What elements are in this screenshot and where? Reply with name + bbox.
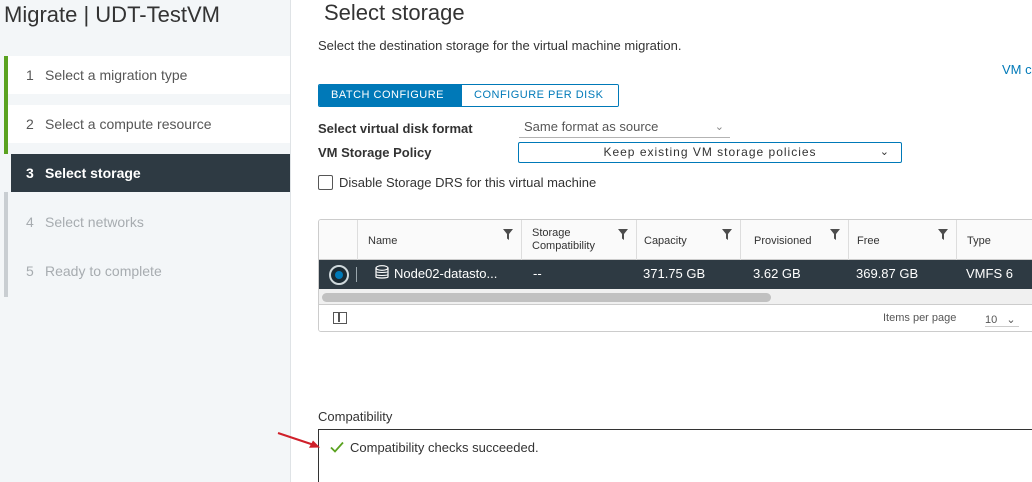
step-number: 3 [26,165,34,181]
disable-drs-row: Disable Storage DRS for this virtual mac… [318,175,596,191]
configure-mode-toggle: BATCH CONFIGURE CONFIGURE PER DISK [318,84,619,107]
items-per-page-select[interactable]: 10 ⌄ [985,313,1019,327]
step-select-compute-resource[interactable]: 2 Select a compute resource [4,105,290,143]
vm-link[interactable]: VM c [1002,62,1032,77]
wizard-title: Migrate | UDT-TestVM [4,2,220,27]
step-select-migration-type[interactable]: 1 Select a migration type [4,56,290,94]
column-header-capacity[interactable]: Capacity [636,220,740,260]
column-label: Free [857,235,880,247]
filter-icon[interactable] [722,229,732,240]
step-number: 4 [26,214,34,230]
datastore-name: Node02-datasto... [394,266,498,281]
cell-type: VMFS 6 [966,266,1013,281]
step-number: 1 [26,67,34,83]
disable-drs-label[interactable]: Disable Storage DRS for this virtual mac… [339,175,596,190]
configure-per-disk-tab[interactable]: CONFIGURE PER DISK [461,85,618,106]
table-row[interactable]: Node02-datasto... -- 371.75 GB 3.62 GB 3… [319,260,1032,289]
grid-footer: Items per page 10 ⌄ [319,304,1032,331]
batch-configure-tab[interactable]: BATCH CONFIGURE [319,85,461,106]
filter-icon[interactable] [830,229,840,240]
column-toggle-icon[interactable] [333,312,347,324]
column-header-storage-compatibility[interactable]: Storage Compatibility [521,220,636,260]
column-header-provisioned[interactable]: Provisioned [740,220,848,260]
step-rail [4,94,8,105]
filter-icon[interactable] [503,229,513,240]
column-label: Type [967,235,991,247]
datastore-grid: Name Storage Compatibility Capacity Prov… [318,219,1032,332]
datastore-icon [375,265,389,279]
step-rail [4,143,8,154]
cell-free: 369.87 GB [856,266,919,281]
step-number: 2 [26,116,34,132]
column-header-free[interactable]: Free [848,220,956,260]
step-label: Ready to complete [45,263,162,279]
chevron-down-icon: ⌄ [714,121,724,133]
step-select-networks: 4 Select networks [4,203,290,241]
chevron-down-icon: ⌄ [879,146,889,158]
disk-format-select[interactable]: Same format as source ⌄ [519,118,730,138]
row-divider [356,267,357,282]
page-title: Select storage [324,0,465,25]
compatibility-panel: Compatibility checks succeeded. [318,429,1032,482]
grid-header: Name Storage Compatibility Capacity Prov… [319,220,1032,260]
scrollbar-thumb[interactable] [322,293,771,302]
disk-format-label: Select virtual disk format [318,121,473,136]
step-label: Select storage [45,165,141,181]
annotation-arrow [277,432,320,448]
step-ready-to-complete: 5 Ready to complete [4,252,290,290]
column-header-name[interactable]: Name [357,220,521,260]
filter-icon[interactable] [618,229,628,240]
horizontal-scrollbar[interactable] [319,289,1032,304]
compatibility-label: Compatibility [318,409,393,424]
step-select-storage[interactable]: 3 Select storage [11,154,290,192]
filter-icon[interactable] [938,229,948,240]
column-label: Storage Compatibility [532,227,595,252]
compatibility-message: Compatibility checks succeeded. [350,440,539,455]
disk-format-value: Same format as source [524,119,659,134]
column-label: Provisioned [754,235,812,247]
wizard-sidebar: Migrate | UDT-TestVM 1 Select a migration… [0,0,291,482]
storage-policy-select[interactable]: Keep existing VM storage policies ⌄ [518,142,902,163]
cell-compatibility: -- [533,266,542,281]
checkmark-icon [330,441,344,453]
items-per-page-label: Items per page [883,312,957,324]
column-label: Capacity [644,235,687,247]
disable-drs-checkbox[interactable] [318,175,333,190]
page-description: Select the destination storage for the v… [318,38,682,53]
storage-policy-value: Keep existing VM storage policies [603,145,817,159]
cell-provisioned: 3.62 GB [753,266,801,281]
cell-capacity: 371.75 GB [643,266,706,281]
cell-name[interactable]: Node02-datasto... [375,260,497,289]
step-number: 5 [26,263,34,279]
column-label: Name [368,235,398,247]
column-header-type[interactable]: Type [956,220,1032,260]
step-label: Select networks [45,214,144,230]
step-label: Select a migration type [45,67,188,83]
row-select-radio[interactable] [329,265,349,285]
storage-policy-label: VM Storage Policy [318,145,432,160]
chevron-down-icon: ⌄ [1006,314,1016,326]
step-label: Select a compute resource [45,116,212,132]
items-per-page-value: 10 [985,314,998,326]
